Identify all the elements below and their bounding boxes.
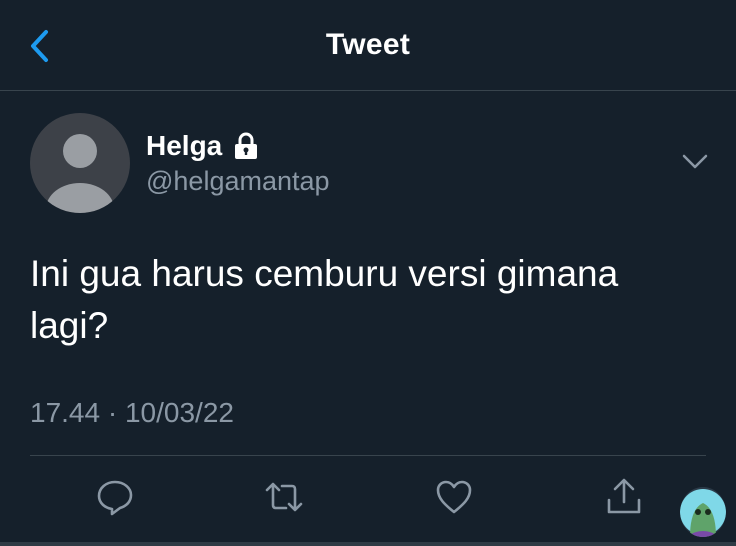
- frog-avatar-icon: [680, 489, 726, 537]
- retweet-icon: [265, 482, 303, 512]
- default-avatar-icon: [46, 134, 114, 213]
- bottom-edge: [0, 542, 736, 546]
- tweet-date: 10/03/22: [124, 397, 234, 428]
- reply-icon: [97, 480, 133, 516]
- like-button[interactable]: [434, 477, 474, 517]
- chevron-down-icon: [682, 154, 708, 169]
- lock-icon: [235, 132, 258, 159]
- author-name-row: Helga: [146, 128, 260, 164]
- avatar[interactable]: [30, 113, 130, 213]
- divider: [30, 455, 706, 456]
- tweet-timestamp: 17.44 · 10/03/22: [30, 397, 234, 429]
- share-icon: [607, 478, 641, 514]
- author-name[interactable]: Helga: [146, 130, 222, 162]
- author-handle[interactable]: @helgamantap: [146, 166, 330, 197]
- tweet-text: Ini gua harus cemburu versi gimana lagi?: [30, 253, 619, 346]
- tweet-time: 17.44: [30, 397, 101, 428]
- timestamp-separator: ·: [107, 397, 118, 428]
- page-title: Tweet: [325, 28, 411, 61]
- heart-icon: [436, 480, 472, 514]
- more-options-button[interactable]: [680, 150, 710, 174]
- reply-button[interactable]: [95, 477, 135, 517]
- floating-avatar-sticker[interactable]: [680, 487, 726, 537]
- share-button[interactable]: [604, 477, 644, 517]
- top-bar: Tweet: [0, 0, 736, 91]
- retweet-button[interactable]: [264, 477, 304, 517]
